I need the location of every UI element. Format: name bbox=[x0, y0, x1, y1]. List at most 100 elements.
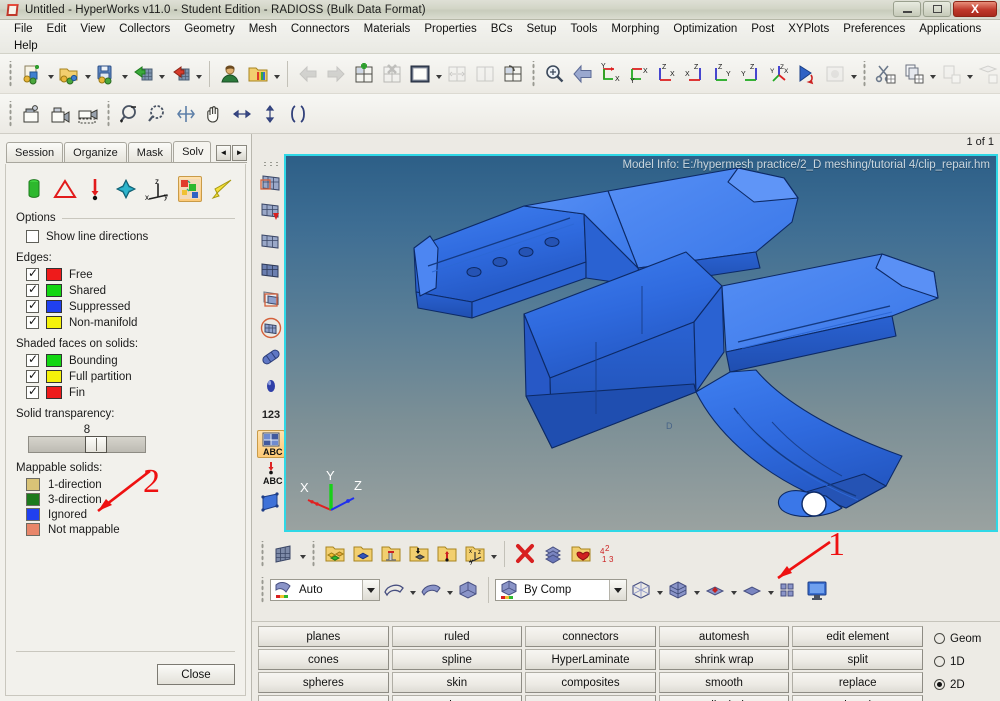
radio-1d[interactable]: 1D bbox=[934, 650, 1000, 673]
radio-button[interactable] bbox=[934, 656, 945, 667]
copy-dropdown-icon[interactable] bbox=[928, 61, 937, 87]
view-zy-neg-icon[interactable]: ZY bbox=[737, 60, 765, 88]
view-iso-icon[interactable]: ZYX bbox=[765, 60, 793, 88]
command-ruled[interactable]: ruled bbox=[391, 626, 523, 647]
delete-red-x-icon[interactable] bbox=[511, 540, 539, 568]
split-window-icon[interactable] bbox=[443, 60, 471, 88]
solid-cube-icon[interactable] bbox=[454, 576, 482, 604]
shading-mode-dropdown-arrow[interactable] bbox=[362, 580, 379, 600]
property-collector-icon[interactable] bbox=[349, 540, 377, 568]
view-xy-neg-icon[interactable]: XY bbox=[625, 60, 653, 88]
load-collector-icon[interactable] bbox=[405, 540, 433, 568]
mesh-grid-icon[interactable] bbox=[270, 540, 298, 568]
paste-icon[interactable] bbox=[937, 60, 965, 88]
mesh-shaded-icon[interactable] bbox=[257, 227, 285, 255]
mesh-grid-dropdown-icon[interactable] bbox=[298, 541, 307, 567]
toolbar-grip[interactable] bbox=[862, 60, 868, 87]
undo-arrow-icon[interactable] bbox=[294, 60, 322, 88]
radio-3d[interactable]: 3D bbox=[934, 696, 1000, 701]
command-spline[interactable]: spline bbox=[391, 649, 523, 670]
monitor-blue-icon[interactable] bbox=[803, 576, 831, 604]
command-spheres[interactable]: spheres bbox=[258, 672, 389, 693]
toolbar-grip[interactable] bbox=[311, 541, 317, 567]
window-sync-icon[interactable] bbox=[499, 60, 527, 88]
star-teal-icon[interactable] bbox=[114, 176, 138, 202]
mesh-lines-dropdown-icon[interactable] bbox=[655, 577, 664, 603]
radio-2d[interactable]: 2D bbox=[934, 673, 1000, 696]
command-detach[interactable]: detach bbox=[792, 695, 923, 701]
menu-item-view[interactable]: View bbox=[73, 22, 112, 36]
menu-item-preferences[interactable]: Preferences bbox=[836, 22, 912, 36]
material-collector-icon[interactable] bbox=[377, 540, 405, 568]
region-capture-icon[interactable] bbox=[74, 100, 102, 128]
element-shrink-dropdown-icon[interactable] bbox=[729, 577, 738, 603]
edge-checkbox[interactable] bbox=[26, 314, 39, 329]
model-viewport[interactable]: Model Info: E:/hypermesh practice/2_D me… bbox=[284, 154, 998, 532]
edge-checkbox[interactable] bbox=[26, 282, 39, 297]
surface-shaded-icon[interactable] bbox=[417, 576, 445, 604]
window-layout-dropdown-icon[interactable] bbox=[434, 61, 443, 87]
show-line-directions-checkbox[interactable] bbox=[26, 230, 39, 243]
axis-zxy-icon[interactable]: zx y bbox=[145, 176, 171, 202]
edge-row[interactable]: Shared bbox=[26, 282, 235, 297]
color-mode-dropdown[interactable]: By Comp bbox=[495, 579, 627, 601]
command-torus[interactable]: torus bbox=[258, 695, 389, 701]
fit-view-icon[interactable] bbox=[172, 100, 200, 128]
collector-dropdown-icon[interactable] bbox=[489, 541, 498, 567]
edge-checkbox[interactable] bbox=[26, 266, 39, 281]
command-cones[interactable]: cones bbox=[258, 649, 389, 670]
view-zy-icon[interactable]: ZY bbox=[709, 60, 737, 88]
export-dropdown-icon[interactable] bbox=[194, 61, 203, 87]
maximize-button[interactable] bbox=[923, 1, 951, 17]
pan-hand-icon[interactable] bbox=[200, 100, 228, 128]
edge-row[interactable]: Suppressed bbox=[26, 298, 235, 313]
video-capture-icon[interactable] bbox=[46, 100, 74, 128]
close-button[interactable]: X bbox=[953, 1, 997, 17]
element-group-icon[interactable] bbox=[775, 576, 803, 604]
close-button[interactable]: Close bbox=[157, 664, 235, 685]
command-split[interactable]: split bbox=[792, 649, 923, 670]
tab-solv[interactable]: Solv bbox=[173, 141, 212, 162]
add-page-icon[interactable] bbox=[350, 60, 378, 88]
command-planes[interactable]: planes bbox=[258, 626, 389, 647]
element-solid-icon[interactable] bbox=[738, 576, 766, 604]
include-folder-icon[interactable] bbox=[567, 540, 595, 568]
tab-organize[interactable]: Organize bbox=[64, 142, 127, 162]
import-dropdown-icon[interactable] bbox=[157, 61, 166, 87]
radio-button[interactable] bbox=[934, 633, 945, 644]
element-solid-dropdown-icon[interactable] bbox=[766, 577, 775, 603]
command-hyperlaminate[interactable]: HyperLaminate bbox=[525, 649, 656, 670]
show-line-directions-row[interactable]: Show line directions bbox=[26, 230, 235, 243]
shaded-face-row[interactable]: Bounding bbox=[26, 352, 235, 367]
copy-icon[interactable] bbox=[900, 60, 928, 88]
command-skin[interactable]: skin bbox=[391, 672, 523, 693]
view-xy-icon[interactable]: XY bbox=[597, 60, 625, 88]
menu-item-morphing[interactable]: Morphing bbox=[604, 22, 666, 36]
vector-red-icon[interactable] bbox=[84, 176, 108, 202]
command-replace[interactable]: replace bbox=[792, 672, 923, 693]
rotate-braces-icon[interactable] bbox=[284, 100, 312, 128]
open-session-icon[interactable] bbox=[244, 60, 272, 88]
paste-dropdown-icon[interactable] bbox=[965, 61, 974, 87]
previous-view-icon[interactable] bbox=[569, 60, 597, 88]
radio-geom[interactable]: Geom bbox=[934, 627, 1000, 650]
tab-nav-next-button[interactable]: ► bbox=[232, 145, 247, 161]
menu-item-bcs[interactable]: BCs bbox=[484, 22, 520, 36]
toolbar-grip[interactable] bbox=[531, 60, 537, 87]
rotate-view-icon[interactable] bbox=[793, 60, 821, 88]
command-edit-element[interactable]: edit element bbox=[792, 626, 923, 647]
command-quality-index[interactable]: quality index bbox=[658, 695, 790, 701]
toolbar-grip[interactable] bbox=[260, 160, 282, 166]
redo-arrow-icon[interactable] bbox=[322, 60, 350, 88]
toolbar-grip[interactable] bbox=[260, 577, 266, 603]
transparency-slider-thumb[interactable] bbox=[85, 436, 107, 453]
edge-row[interactable]: Non-manifold bbox=[26, 314, 235, 329]
user-profile-icon[interactable] bbox=[216, 60, 244, 88]
menu-item-mesh[interactable]: Mesh bbox=[242, 22, 284, 36]
single-window-icon[interactable] bbox=[406, 60, 434, 88]
component-collector-icon[interactable] bbox=[321, 540, 349, 568]
element-shrink-icon[interactable] bbox=[701, 576, 729, 604]
open-session-dropdown-icon[interactable] bbox=[272, 61, 281, 87]
screen-capture-icon[interactable] bbox=[18, 100, 46, 128]
view-zx-neg-icon[interactable]: ZX bbox=[681, 60, 709, 88]
